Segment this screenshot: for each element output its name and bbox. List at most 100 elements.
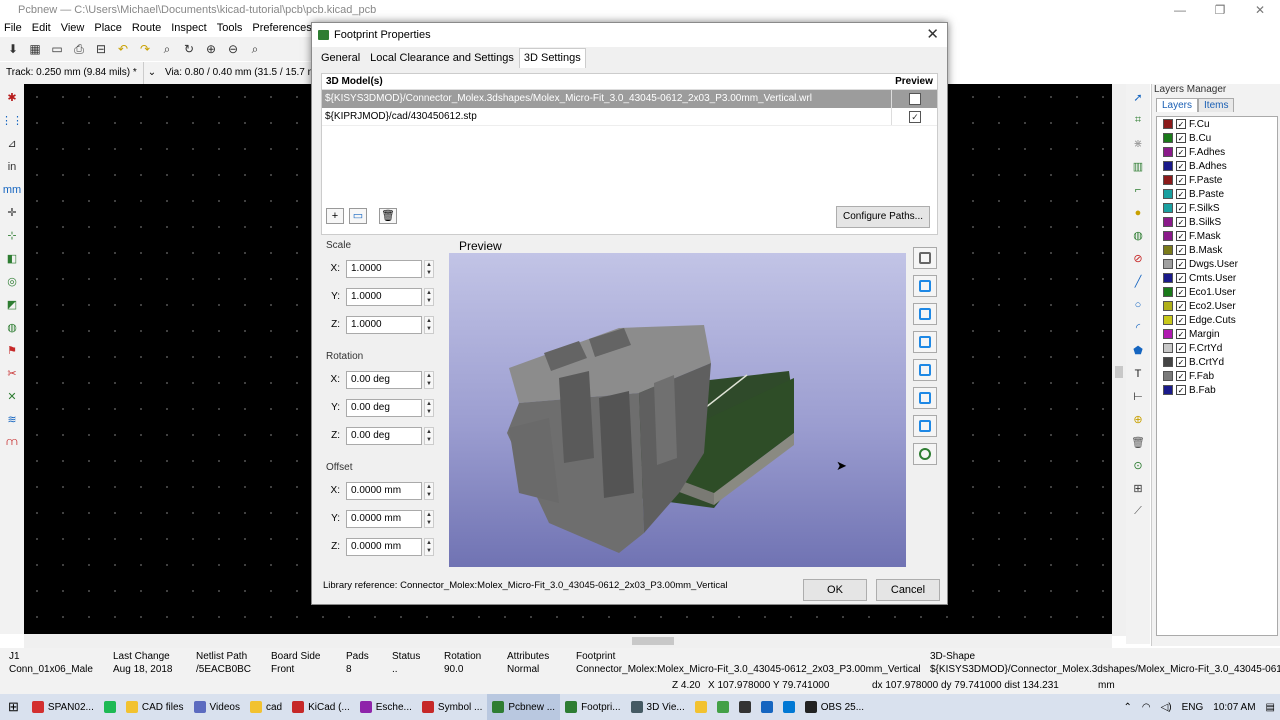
bug-icon[interactable]: ✱: [3, 88, 21, 107]
rotation-z-input[interactable]: 0.00 deg: [346, 427, 422, 445]
layer-row[interactable]: ✓ Eco1.User: [1157, 285, 1277, 299]
zone-fill-icon[interactable]: ◍: [3, 318, 21, 337]
layer-visibility-checkbox[interactable]: ✓: [1176, 385, 1186, 395]
offset-x-spinner[interactable]: ▲ ▼: [424, 482, 434, 500]
add-zone-icon[interactable]: ◍: [1129, 226, 1147, 245]
undo-icon[interactable]: ↶: [114, 40, 132, 58]
layer-row[interactable]: ✓ Edge.Cuts: [1157, 313, 1277, 327]
taskbar-item[interactable]: Footpri...: [560, 694, 625, 720]
tab-3d-settings[interactable]: 3D Settings: [518, 48, 586, 68]
tab-general[interactable]: General: [316, 48, 365, 68]
menu-edit[interactable]: Edit: [32, 20, 51, 36]
layer-row[interactable]: ✓ F.Mask: [1157, 229, 1277, 243]
offset-y-spinner[interactable]: ▲ ▼: [424, 510, 434, 528]
scale-y-spinner[interactable]: ▲ ▼: [424, 288, 434, 306]
layer-visibility-checkbox[interactable]: ✓: [1176, 259, 1186, 269]
taskbar-item[interactable]: CAD files: [121, 694, 189, 720]
layer-color-swatch[interactable]: [1163, 119, 1173, 129]
zoom-out-icon[interactable]: ⊖: [224, 40, 242, 58]
dialog-close-button[interactable]: ✕: [926, 23, 939, 47]
layer-row[interactable]: ✓ Margin: [1157, 327, 1277, 341]
rotation-z-spinner[interactable]: ▲ ▼: [424, 427, 434, 445]
tab-items[interactable]: Items: [1198, 98, 1235, 112]
layer-row[interactable]: ✓ B.Mask: [1157, 243, 1277, 257]
add-arc-icon[interactable]: ◜: [1129, 318, 1147, 337]
layer-row[interactable]: ✓ B.SilkS: [1157, 215, 1277, 229]
taskbar-item[interactable]: Videos: [189, 694, 245, 720]
track-width-select[interactable]: Track: 0.250 mm (9.84 mils) *: [4, 62, 144, 84]
add-dimension-icon[interactable]: ⊢: [1129, 387, 1147, 406]
polar-coords-icon[interactable]: ⊿: [3, 134, 21, 153]
delete-model-button[interactable]: 🗑: [379, 208, 397, 224]
taskbar-item[interactable]: 3D Vie...: [626, 694, 690, 720]
rotation-y-input[interactable]: 0.00 deg: [346, 399, 422, 417]
refresh-icon[interactable]: ↻: [180, 40, 198, 58]
layer-visibility-checkbox[interactable]: ✓: [1176, 273, 1186, 283]
layer-visibility-checkbox[interactable]: ✓: [1176, 357, 1186, 367]
cursor-shape-icon[interactable]: ✛: [3, 203, 21, 222]
layer-row[interactable]: ✓ B.CrtYd: [1157, 355, 1277, 369]
layer-color-swatch[interactable]: [1163, 385, 1173, 395]
taskbar-item[interactable]: Symbol ...: [417, 694, 487, 720]
language-indicator[interactable]: ENG: [1177, 694, 1209, 720]
tab-layers[interactable]: Layers: [1156, 98, 1199, 112]
grid-origin-icon[interactable]: ⊞: [1129, 479, 1147, 498]
taskbar-item[interactable]: [778, 694, 800, 720]
add-text-icon[interactable]: T: [1129, 364, 1147, 383]
menu-route[interactable]: Route: [132, 20, 161, 36]
menu-place[interactable]: Place: [94, 20, 122, 36]
layer-color-swatch[interactable]: [1163, 343, 1173, 353]
menu-tools[interactable]: Tools: [217, 20, 243, 36]
offset-z-input[interactable]: 0.0000 mm: [346, 538, 422, 556]
high-contrast-icon[interactable]: ⚑: [3, 341, 21, 360]
scale-y-input[interactable]: 1.0000: [346, 288, 422, 306]
layer-visibility-checkbox[interactable]: ✓: [1176, 329, 1186, 339]
layer-visibility-checkbox[interactable]: ✓: [1176, 301, 1186, 311]
layer-color-swatch[interactable]: [1163, 217, 1173, 227]
taskbar-item[interactable]: [712, 694, 734, 720]
taskbar-item[interactable]: [99, 694, 121, 720]
local-ratsnest-icon[interactable]: ⋇: [1129, 134, 1147, 153]
menu-inspect[interactable]: Inspect: [171, 20, 206, 36]
taskbar-item[interactable]: [756, 694, 778, 720]
select-arrow-icon[interactable]: ➚: [1129, 88, 1147, 107]
offset-z-spinner[interactable]: ▲ ▼: [424, 538, 434, 556]
layer-row[interactable]: ✓ B.Cu: [1157, 131, 1277, 145]
layer-visibility-checkbox[interactable]: ✓: [1176, 147, 1186, 157]
layer-row[interactable]: ✓ Cmts.User: [1157, 271, 1277, 285]
show-vias-icon[interactable]: ◎: [3, 272, 21, 291]
add-via-icon[interactable]: ●: [1129, 203, 1147, 222]
preview-checkbox[interactable]: [909, 93, 921, 105]
view-right-icon[interactable]: [913, 359, 937, 381]
layer-color-swatch[interactable]: [1163, 259, 1173, 269]
network-icon[interactable]: ◠: [1137, 694, 1156, 720]
layer-visibility-checkbox[interactable]: ✓: [1176, 343, 1186, 353]
scale-x-spinner[interactable]: ▲ ▼: [424, 260, 434, 278]
layer-visibility-checkbox[interactable]: ✓: [1176, 189, 1186, 199]
add-line-icon[interactable]: ╱: [1129, 272, 1147, 291]
layer-color-swatch[interactable]: [1163, 133, 1173, 143]
layer-row[interactable]: ✓ Eco2.User: [1157, 299, 1277, 313]
add-circle-icon[interactable]: ○: [1129, 295, 1147, 314]
layer-color-swatch[interactable]: [1163, 357, 1173, 367]
show-pads-icon[interactable]: ◧: [3, 249, 21, 268]
start-button[interactable]: ⊞: [0, 694, 27, 720]
layer-color-swatch[interactable]: [1163, 287, 1173, 297]
route-track-icon[interactable]: ⌐: [1129, 180, 1147, 199]
3d-preview-canvas[interactable]: [449, 253, 906, 567]
menu-file[interactable]: File: [4, 20, 22, 36]
cancel-button[interactable]: Cancel: [876, 579, 940, 601]
reload-icon[interactable]: [913, 443, 937, 465]
layer-color-swatch[interactable]: [1163, 203, 1173, 213]
ratsnest-icon[interactable]: ⊹: [3, 226, 21, 245]
set-origin-icon[interactable]: ⊙: [1129, 456, 1147, 475]
rotation-x-spinner[interactable]: ▲ ▼: [424, 371, 434, 389]
layer-visibility-checkbox[interactable]: ✓: [1176, 203, 1186, 213]
layer-row[interactable]: ✓ B.Paste: [1157, 187, 1277, 201]
view-3d-icon[interactable]: [913, 247, 937, 269]
redo-icon[interactable]: ↷: [136, 40, 154, 58]
add-target-icon[interactable]: ⊕: [1129, 410, 1147, 429]
layer-row[interactable]: ✓ Dwgs.User: [1157, 257, 1277, 271]
add-model-button[interactable]: +: [326, 208, 344, 224]
preview-checkbox[interactable]: ✓: [909, 111, 921, 123]
